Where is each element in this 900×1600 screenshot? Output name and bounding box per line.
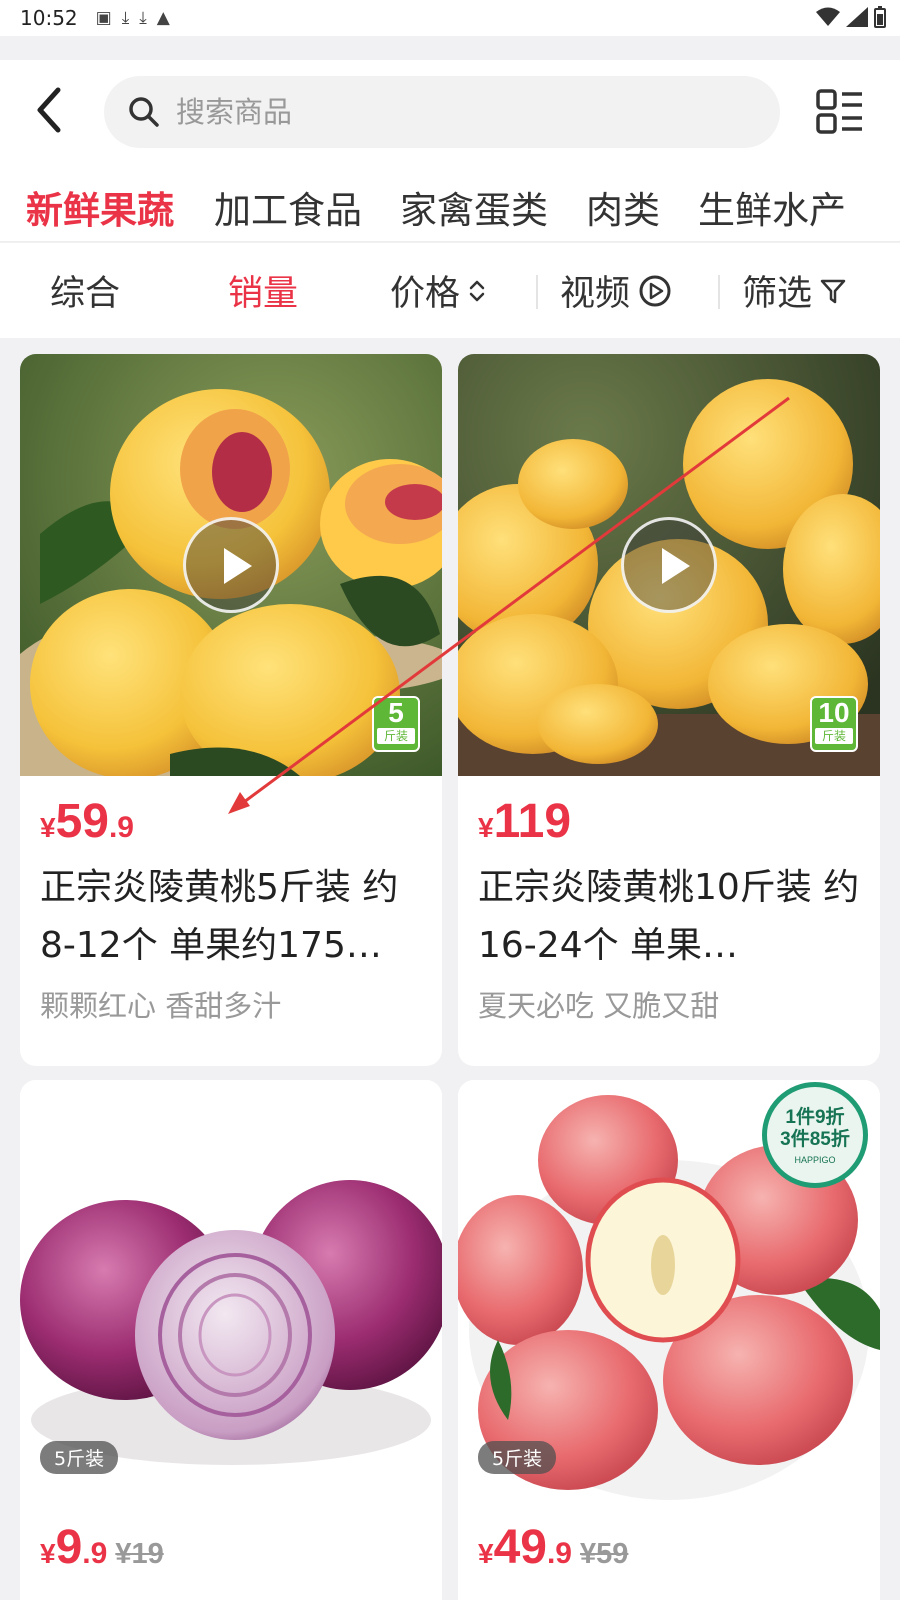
product-info: ¥59.9 正宗炎陵黄桃5斤装 约8-12个 单果约175… 颗颗红心 香甜多汁: [20, 776, 442, 1025]
status-bar: 10:52 ▣ ⤓ ⤓ ▲: [0, 0, 900, 36]
product-image[interactable]: 1件9折 3件85折 HAPPIGO 5斤装: [458, 1080, 880, 1502]
layout-toggle-button[interactable]: [816, 88, 864, 136]
sort-filter[interactable]: 筛选: [742, 265, 846, 316]
product-price: ¥119: [478, 794, 860, 849]
price-decimal: .9: [546, 1537, 572, 1570]
sort-sales[interactable]: 销量: [228, 265, 298, 316]
price-decimal: .9: [108, 811, 134, 844]
product-image[interactable]: 5斤装: [20, 1080, 442, 1502]
category-tabs: 新鲜果蔬 加工食品 家禽蛋类 肉类 生鲜水产: [0, 160, 900, 242]
product-subtitle: 颗颗红心 香甜多汁: [40, 989, 282, 1023]
wifi-icon: [816, 7, 840, 26]
product-card[interactable]: 5 斤装 ¥59.9 正宗炎陵黄桃5斤装 约8-12个 单果约175… 颗颗红心…: [20, 354, 442, 1066]
price-symbol: ¥: [478, 1538, 494, 1569]
play-circle-icon: [639, 275, 671, 306]
header: [0, 60, 900, 160]
category-tab-seafood[interactable]: 生鲜水产: [698, 180, 846, 234]
promo-line-1: 1件9折: [785, 1107, 845, 1128]
download-icon: ⤓: [139, 8, 147, 28]
font-icon: ▲: [156, 8, 170, 28]
weight-pill-badge: 5斤装: [478, 1441, 557, 1474]
product-title: 正宗炎陵黄桃5斤装 约8-12个 单果约175…: [40, 867, 399, 966]
sort-label: 视频: [560, 274, 631, 314]
status-indicators: [816, 6, 886, 28]
search-icon: [129, 97, 159, 127]
back-button[interactable]: [30, 82, 70, 138]
sort-label: 价格: [390, 274, 461, 314]
filter-icon: [820, 279, 846, 303]
promo-line-2: 3件85折: [780, 1129, 850, 1150]
sort-divider: [718, 275, 720, 309]
product-card[interactable]: 1件9折 3件85折 HAPPIGO 5斤装 ¥49.9 ¥59: [458, 1080, 880, 1600]
price-integer: 59: [55, 795, 109, 848]
price-decimal: .9: [82, 1537, 108, 1570]
price-symbol: ¥: [478, 812, 494, 843]
product-price: ¥49.9 ¥59: [478, 1520, 860, 1575]
product-price: ¥9.9 ¥19: [40, 1520, 422, 1575]
weight-badge: 5 斤装: [372, 696, 420, 752]
sort-video[interactable]: 视频: [560, 265, 672, 316]
product-info: ¥9.9 ¥19: [20, 1502, 442, 1575]
category-tab-poultry-eggs[interactable]: 家禽蛋类: [400, 180, 548, 234]
weight-badge-unit: 斤装: [377, 728, 415, 744]
original-price: ¥19: [115, 1538, 164, 1570]
product-card[interactable]: 10 斤装 ¥119 正宗炎陵黄桃10斤装 约16-24个 单果… 夏天必吃 又…: [458, 354, 880, 1066]
promo-brand: HAPPIGO: [794, 1155, 836, 1165]
weight-badge-number: 10: [818, 697, 850, 728]
sort-label: 销量: [228, 274, 299, 314]
battery-icon: [874, 6, 886, 28]
download-icon: ⤓: [121, 8, 130, 28]
price-symbol: ¥: [40, 812, 56, 843]
product-price: ¥59.9: [40, 794, 422, 849]
signal-icon: [846, 7, 868, 27]
weight-badge: 10 斤装: [810, 696, 858, 752]
image-icon: ▣: [95, 8, 112, 28]
sort-comprehensive[interactable]: 综合: [50, 265, 120, 316]
weight-badge-number: 5: [388, 697, 404, 728]
price-symbol: ¥: [40, 1538, 56, 1569]
search-bar[interactable]: [104, 76, 780, 148]
play-video-button[interactable]: [621, 517, 717, 613]
product-subtitle: 夏天必吃 又脆又甜: [478, 989, 720, 1023]
search-input[interactable]: [176, 95, 736, 129]
sort-bar: 综合 销量 价格 视频 筛选: [0, 243, 900, 338]
weight-pill-badge: 5斤装: [40, 1441, 119, 1474]
original-price: ¥59: [580, 1538, 629, 1570]
product-info: ¥119 正宗炎陵黄桃10斤装 约16-24个 单果… 夏天必吃 又脆又甜: [458, 776, 880, 1025]
list-layout-icon: [816, 89, 862, 134]
weight-badge-unit: 斤装: [815, 728, 853, 744]
sort-label: 综合: [50, 274, 121, 314]
category-tab-meat[interactable]: 肉类: [586, 180, 660, 234]
price-integer: 9: [55, 1521, 83, 1574]
sort-label: 筛选: [742, 274, 813, 314]
price-integer: 49: [493, 1521, 547, 1574]
product-image[interactable]: 10 斤装: [458, 354, 880, 776]
product-info: ¥49.9 ¥59: [458, 1502, 880, 1575]
status-time: 10:52: [20, 6, 78, 30]
category-tab-fresh[interactable]: 新鲜果蔬: [26, 180, 174, 234]
sort-divider: [536, 275, 538, 309]
product-title: 正宗炎陵黄桃10斤装 约16-24个 单果…: [478, 867, 860, 966]
sort-price[interactable]: 价格: [390, 265, 486, 316]
sort-arrows-icon: [469, 280, 485, 301]
promo-discount-badge: 1件9折 3件85折 HAPPIGO: [762, 1082, 868, 1188]
product-card[interactable]: 5斤装 ¥9.9 ¥19: [20, 1080, 442, 1600]
chevron-left-icon: [37, 87, 61, 133]
price-integer: 119: [493, 795, 572, 848]
product-image[interactable]: 5 斤装: [20, 354, 442, 776]
play-video-button[interactable]: [183, 517, 279, 613]
category-tab-processed[interactable]: 加工食品: [214, 180, 362, 234]
red-onion-photo: [20, 1080, 442, 1502]
